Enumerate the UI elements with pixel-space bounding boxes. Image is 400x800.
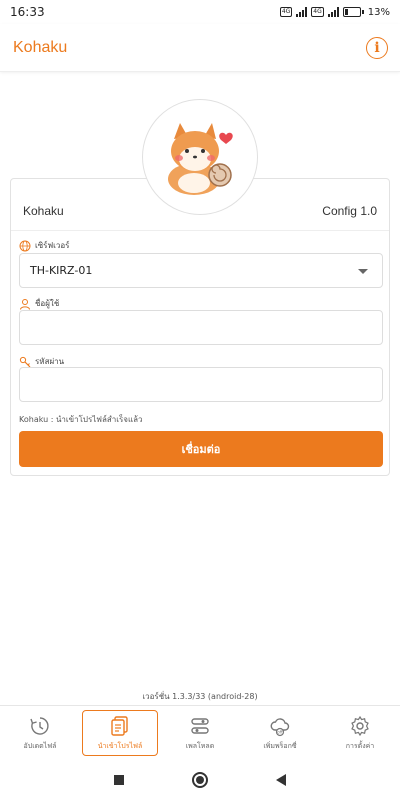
nav-label: เพลโหลด [185, 741, 215, 750]
username-label-row: ชื่อผู้ใช้ [19, 297, 59, 310]
signal-icon [296, 7, 308, 17]
info-icon[interactable]: i [366, 36, 388, 59]
svg-text:off: off [277, 729, 282, 734]
battery-percent: 13% [367, 6, 390, 18]
status-time: 16:33 [10, 5, 45, 19]
nav-add-proxy[interactable]: off เพิ่มพร็อกซี่ [242, 710, 318, 756]
user-icon [19, 298, 31, 310]
connect-button[interactable]: เชื่อมต่อ [19, 431, 383, 467]
password-input[interactable] [19, 367, 383, 402]
server-select[interactable]: TH-KIRZ-01 [19, 253, 383, 288]
profile-avatar [142, 99, 258, 215]
nav-label: นำเข้าโปรไฟล์ [97, 741, 143, 750]
chevron-down-icon [358, 269, 368, 274]
version-text: เวอร์ชั่น 1.3.3/33 (android-28) [142, 692, 258, 701]
server-value: TH-KIRZ-01 [30, 264, 93, 277]
nav-import-profile[interactable]: นำเข้าโปรไฟล์ [82, 710, 158, 756]
nav-label: เพิ่มพร็อกซี่ [263, 741, 297, 750]
config-label: Config 1.0 [322, 204, 377, 218]
settings-gear-icon [351, 715, 369, 736]
payload-icon [191, 717, 209, 734]
status-message: Kohaku : นำเข้าโปรไฟล์สำเร็จแล้ว [19, 415, 143, 424]
app-bar: Kohaku i [0, 24, 400, 72]
recents-icon[interactable] [114, 775, 124, 785]
back-icon[interactable] [276, 774, 286, 786]
nav-settings[interactable]: การตั้งค่า [322, 710, 398, 756]
status-icons: 4G 4G 13% [279, 6, 390, 18]
username-input[interactable] [19, 310, 383, 345]
username-label: ชื่อผู้ใช้ [35, 299, 60, 308]
battery-icon [342, 7, 364, 17]
volte-icon: 4G [279, 7, 293, 17]
nav-payload[interactable]: เพลโหลด [162, 710, 238, 756]
login-card: Kohaku Config 1.0 เซิร์ฟเวอร์ TH-KIRZ-01… [10, 178, 390, 476]
signal-icon-2 [327, 7, 339, 17]
key-icon [19, 356, 31, 368]
status-bar: 16:33 4G 4G 13% [0, 0, 400, 24]
server-label: เซิร์ฟเวอร์ [35, 241, 70, 250]
home-icon[interactable] [192, 772, 208, 788]
nav-update-file[interactable]: อัปเดตไฟล์ [2, 710, 78, 756]
update-icon [30, 716, 49, 735]
profile-name: Kohaku [23, 204, 64, 218]
nav-label: การตั้งค่า [345, 741, 375, 750]
volte-icon-2: 4G [311, 7, 324, 17]
shiba-mascot-icon [168, 123, 233, 195]
app-title: Kohaku [13, 38, 68, 56]
system-nav [0, 760, 400, 800]
globe-icon [19, 240, 31, 252]
import-profile-icon [111, 715, 128, 736]
bottom-nav: อัปเดตไฟล์ นำเข้าโปรไฟล์ เพลโหลด off เพิ… [0, 705, 400, 760]
nav-label: อัปเดตไฟล์ [23, 741, 57, 750]
add-proxy-icon: off [270, 717, 290, 736]
server-label-row: เซิร์ฟเวอร์ [19, 239, 69, 252]
